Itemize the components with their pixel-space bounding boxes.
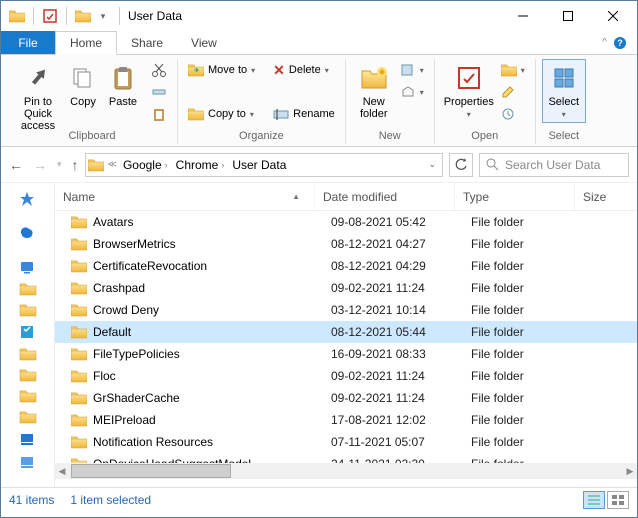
status-bar: 41 items 1 item selected	[1, 487, 637, 511]
edit-button[interactable]	[497, 81, 529, 103]
details-view-button[interactable]	[583, 491, 605, 509]
ribbon-tabs: File Home Share View ^ ?	[1, 31, 637, 55]
table-row[interactable]: Floc09-02-2021 11:24File folder	[55, 365, 637, 387]
table-row[interactable]: BrowserMetrics08-12-2021 04:27File folde…	[55, 233, 637, 255]
new-folder-button[interactable]: New folder	[352, 59, 396, 123]
refresh-button[interactable]	[449, 153, 473, 177]
tab-home[interactable]: Home	[55, 31, 117, 55]
back-button[interactable]: ←	[9, 157, 23, 173]
copy-path-button[interactable]	[147, 81, 171, 103]
organize-group-label: Organize	[184, 130, 339, 144]
column-date[interactable]: Date modified	[315, 183, 455, 210]
window-title: User Data	[128, 9, 182, 23]
paste-shortcut-button[interactable]	[147, 103, 171, 125]
tab-view[interactable]: View	[177, 31, 231, 54]
paste-button[interactable]: Paste	[103, 59, 143, 111]
folder-icon	[88, 158, 104, 172]
table-row[interactable]: CertificateRevocation08-12-2021 04:29Fil…	[55, 255, 637, 277]
column-name[interactable]: Name▲	[55, 183, 315, 210]
clipboard-group-label: Clipboard	[13, 130, 171, 144]
navigation-tree[interactable]	[1, 183, 55, 487]
table-row[interactable]: OnDeviceHeadSuggestModel24-11-2021 02:30…	[55, 453, 637, 463]
copy-button[interactable]: Copy	[63, 59, 103, 111]
status-item-count: 41 items	[9, 493, 54, 507]
navigation-bar: ← → ▾ ↑ ≪ Google› Chrome› User Data ⌄ Se…	[1, 147, 637, 183]
qat-chevron-icon[interactable]: ▾	[95, 8, 111, 24]
search-icon	[486, 158, 499, 171]
column-size[interactable]: Size	[575, 183, 637, 210]
close-button[interactable]	[590, 1, 635, 31]
table-row[interactable]: Crowd Deny03-12-2021 10:14File folder	[55, 299, 637, 321]
new-group-label: New	[352, 130, 428, 144]
table-row[interactable]: Default08-12-2021 05:44File folder	[55, 321, 637, 343]
tab-share[interactable]: Share	[117, 31, 177, 54]
select-group-label: Select	[542, 130, 586, 144]
open-button[interactable]: ▾	[497, 59, 529, 81]
table-row[interactable]: Notification Resources07-11-2021 05:07Fi…	[55, 431, 637, 453]
column-type[interactable]: Type	[455, 183, 575, 210]
up-button[interactable]: ↑	[72, 157, 79, 173]
recent-locations-button[interactable]: ▾	[57, 159, 62, 170]
qat-properties-icon[interactable]	[42, 8, 58, 24]
folder-icon	[75, 8, 91, 24]
move-to-button[interactable]: Move to ▾	[184, 59, 259, 81]
pin-quick-access-button[interactable]: Pin to Quick access	[13, 59, 63, 135]
column-headers: Name▲ Date modified Type Size	[55, 183, 637, 211]
minimize-button[interactable]	[500, 1, 545, 31]
copy-to-button[interactable]: Copy to ▾	[184, 103, 259, 125]
help-icon[interactable]: ?	[613, 36, 627, 50]
cut-button[interactable]	[147, 59, 171, 81]
table-row[interactable]: MEIPreload17-08-2021 12:02File folder	[55, 409, 637, 431]
table-row[interactable]: Crashpad09-02-2021 11:24File folder	[55, 277, 637, 299]
open-group-label: Open	[441, 130, 529, 144]
ribbon: Pin to Quick access Copy Paste Clipboard…	[1, 55, 637, 147]
table-row[interactable]: Avatars09-08-2021 05:42File folder	[55, 211, 637, 233]
history-button[interactable]	[497, 103, 529, 125]
breadcrumb-item[interactable]: Google›	[121, 158, 170, 172]
forward-button[interactable]: →	[33, 157, 47, 173]
minimize-ribbon-icon[interactable]: ^	[602, 37, 607, 48]
maximize-button[interactable]	[545, 1, 590, 31]
file-tab[interactable]: File	[1, 31, 55, 54]
address-bar[interactable]: ≪ Google› Chrome› User Data ⌄	[85, 153, 443, 177]
new-item-button[interactable]: ▾	[396, 59, 428, 81]
breadcrumb-item[interactable]: User Data	[230, 158, 288, 172]
thumbnails-view-button[interactable]	[607, 491, 629, 509]
horizontal-scrollbar[interactable]: ◀ ▶	[55, 463, 637, 479]
search-input[interactable]: Search User Data	[479, 153, 629, 177]
breadcrumb-item[interactable]: Chrome›	[174, 158, 227, 172]
properties-button[interactable]: Properties▾	[441, 59, 497, 123]
table-row[interactable]: GrShaderCache09-02-2021 11:24File folder	[55, 387, 637, 409]
folder-icon	[9, 8, 25, 24]
svg-text:?: ?	[617, 38, 623, 48]
address-dropdown-icon[interactable]: ⌄	[424, 159, 440, 170]
title-bar: ▾ User Data	[1, 1, 637, 31]
file-list: Name▲ Date modified Type Size Avatars09-…	[55, 183, 637, 487]
easy-access-button[interactable]: ▾	[396, 81, 428, 103]
table-row[interactable]: FileTypePolicies16-09-2021 08:33File fol…	[55, 343, 637, 365]
status-selected: 1 item selected	[70, 493, 151, 507]
rename-button[interactable]: Rename	[269, 103, 339, 125]
select-button[interactable]: Select▾	[542, 59, 586, 123]
delete-button[interactable]: ✕Delete ▾	[269, 59, 339, 81]
